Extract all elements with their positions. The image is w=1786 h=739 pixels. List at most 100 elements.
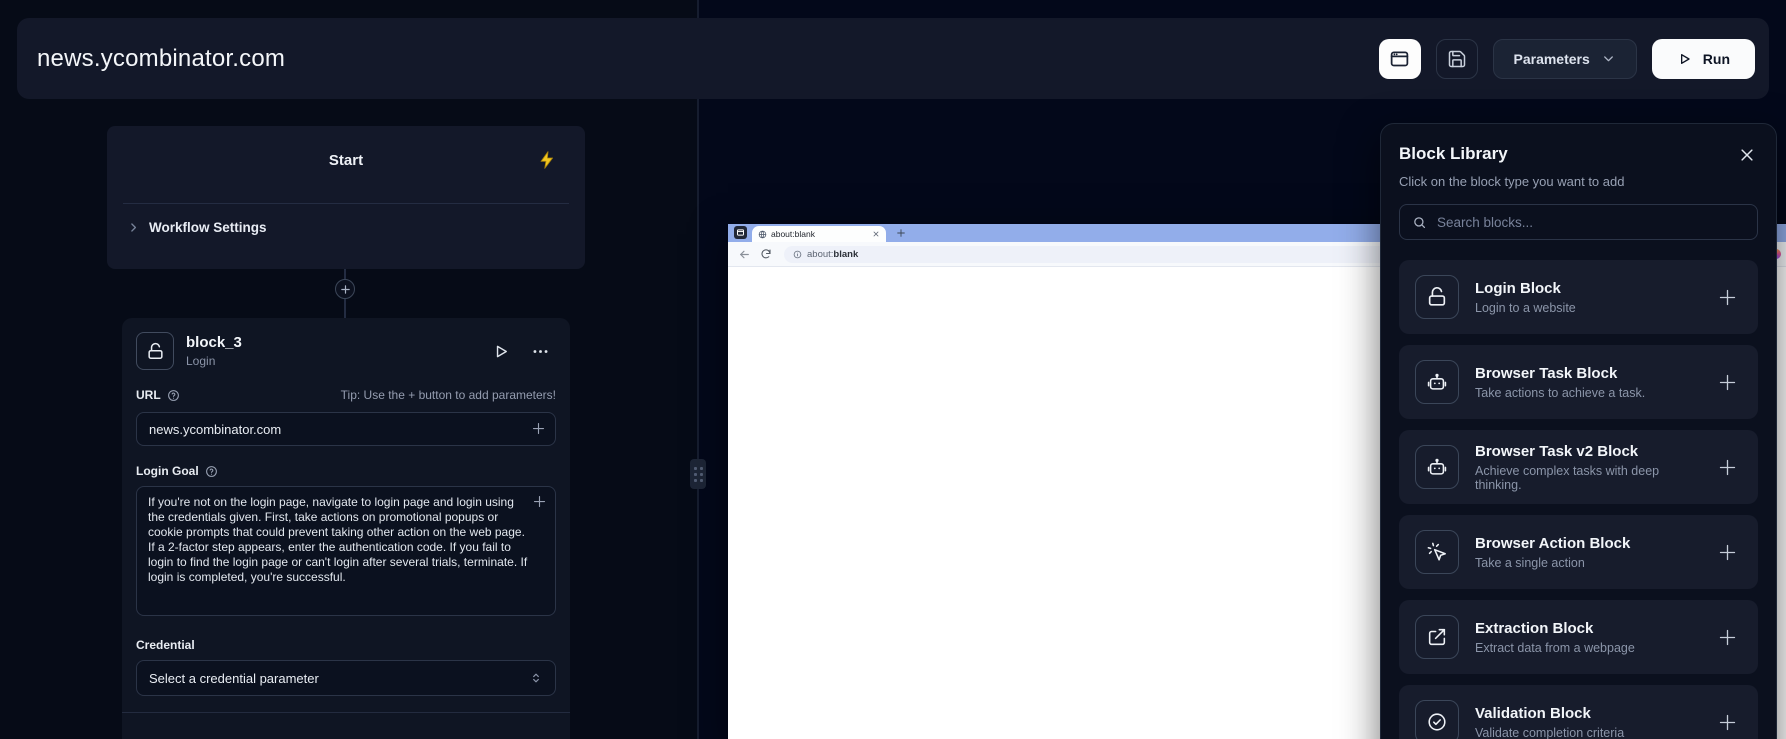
search-input[interactable] (1437, 215, 1745, 230)
block-item-validation[interactable]: Validation Block Validate completion cri… (1399, 685, 1758, 739)
run-block-icon[interactable] (492, 342, 511, 361)
start-card-divider (123, 203, 569, 204)
block-item-title: Browser Task v2 Block (1475, 443, 1701, 460)
panel-resize-divider (697, 0, 699, 739)
login-block-titles: block_3 Login (186, 334, 242, 368)
url-input-wrap (136, 412, 556, 446)
block-library-items: Login Block Login to a website Browser T… (1399, 260, 1758, 739)
block-actions (492, 342, 556, 361)
tab-strip-window-icon (734, 226, 747, 239)
credential-label: Credential (136, 638, 556, 652)
top-header: news.ycombinator.com Parameters Run (17, 18, 1769, 99)
panel-resize-handle[interactable] (690, 459, 706, 489)
add-icon[interactable] (1717, 287, 1738, 308)
workflow-builder-app: news.ycombinator.com Parameters Run Star… (0, 0, 1786, 739)
globe-icon (758, 230, 767, 239)
back-icon[interactable] (738, 248, 751, 261)
login-block-header: block_3 Login (136, 332, 556, 370)
browser-tab[interactable]: about:blank (752, 226, 886, 242)
block-item-subtitle: Take a single action (1475, 556, 1630, 570)
info-icon (793, 250, 802, 259)
tab-title: about:blank (771, 229, 868, 239)
start-block-title: Start (107, 152, 585, 169)
plus-icon (340, 284, 351, 295)
url-input[interactable] (136, 412, 556, 446)
tab-close-icon[interactable] (872, 230, 880, 238)
robot-icon (1415, 360, 1459, 404)
goal-textarea-wrap: If you're not on the login page, navigat… (136, 486, 556, 616)
add-block-connector-button[interactable] (335, 279, 355, 299)
header-actions: Parameters Run (1379, 39, 1756, 79)
page-title: news.ycombinator.com (37, 45, 285, 73)
add-icon[interactable] (1717, 457, 1738, 478)
search-box (1399, 204, 1758, 240)
add-parameter-icon[interactable] (532, 494, 547, 514)
help-icon[interactable] (167, 389, 180, 402)
block-menu-icon[interactable] (531, 342, 550, 361)
block-item-subtitle: Validate completion criteria (1475, 726, 1624, 739)
block-name: block_3 (186, 334, 242, 351)
start-block-card[interactable]: Start Workflow Settings (107, 126, 585, 269)
chevrons-up-down-icon (529, 671, 543, 685)
block-item-title: Extraction Block (1475, 620, 1635, 637)
block-library-header: Block Library (1399, 144, 1758, 166)
block-item-subtitle: Extract data from a webpage (1475, 641, 1635, 655)
run-label: Run (1703, 51, 1730, 67)
login-goal-label: Login Goal (136, 464, 199, 478)
block-item-subtitle: Login to a website (1475, 301, 1576, 315)
block-item-title: Browser Action Block (1475, 535, 1630, 552)
chevron-down-icon (1601, 51, 1616, 66)
block-item-title: Login Block (1475, 280, 1576, 297)
close-icon (1738, 146, 1756, 164)
parameters-tip: Tip: Use the + button to add parameters! (341, 388, 556, 402)
save-icon (1447, 49, 1467, 69)
block-library-title: Block Library (1399, 144, 1508, 164)
lightning-icon (537, 150, 557, 170)
play-icon (1677, 51, 1693, 67)
reload-icon[interactable] (760, 248, 772, 260)
robot-icon (1415, 445, 1459, 489)
block-item-title: Browser Task Block (1475, 365, 1645, 382)
workflow-settings-toggle[interactable]: Workflow Settings (127, 220, 267, 235)
workflow-settings-label: Workflow Settings (149, 220, 267, 235)
block-item-subtitle: Take actions to achieve a task. (1475, 386, 1645, 400)
lock-open-icon (1415, 275, 1459, 319)
run-button[interactable]: Run (1652, 39, 1755, 79)
block-library-panel: Block Library Click on the block type yo… (1380, 123, 1777, 739)
help-icon[interactable] (205, 465, 218, 478)
parameters-button[interactable]: Parameters (1493, 39, 1637, 79)
address-url: about:blank (807, 249, 858, 260)
url-label: URL (136, 388, 161, 402)
add-icon[interactable] (1717, 542, 1738, 563)
block-item-title: Validation Block (1475, 705, 1624, 722)
goal-field-row: Login Goal (136, 464, 556, 478)
browser-view-button[interactable] (1379, 39, 1421, 79)
block-item-browser-action[interactable]: Browser Action Block Take a single actio… (1399, 515, 1758, 589)
block-item-browser-task-v2[interactable]: Browser Task v2 Block Achieve complex ta… (1399, 430, 1758, 504)
cursor-click-icon (1415, 530, 1459, 574)
search-icon (1412, 215, 1427, 230)
export-icon (1415, 615, 1459, 659)
add-icon[interactable] (1717, 372, 1738, 393)
chevron-right-icon (127, 221, 140, 234)
browser-window-icon (1389, 48, 1410, 69)
add-parameter-icon[interactable] (531, 421, 546, 441)
block-item-subtitle: Achieve complex tasks with deep thinking… (1475, 464, 1701, 492)
credential-select-value: Select a credential parameter (149, 671, 319, 686)
login-block-card[interactable]: block_3 Login URL Tip: Use the + button … (122, 318, 570, 739)
block-library-subtitle: Click on the block type you want to add (1399, 174, 1758, 189)
circle-check-icon (1415, 700, 1459, 739)
block-item-extraction[interactable]: Extraction Block Extract data from a web… (1399, 600, 1758, 674)
new-tab-icon[interactable] (896, 228, 906, 238)
block-item-login[interactable]: Login Block Login to a website (1399, 260, 1758, 334)
add-icon[interactable] (1717, 712, 1738, 733)
add-icon[interactable] (1717, 627, 1738, 648)
block-type: Login (186, 354, 242, 368)
login-goal-textarea[interactable]: If you're not on the login page, navigat… (136, 486, 556, 616)
lock-open-icon (136, 332, 174, 370)
close-panel-button[interactable] (1736, 144, 1758, 166)
credential-select[interactable]: Select a credential parameter (136, 660, 556, 696)
login-card-divider (122, 712, 570, 713)
block-item-browser-task[interactable]: Browser Task Block Take actions to achie… (1399, 345, 1758, 419)
save-button[interactable] (1436, 39, 1478, 79)
